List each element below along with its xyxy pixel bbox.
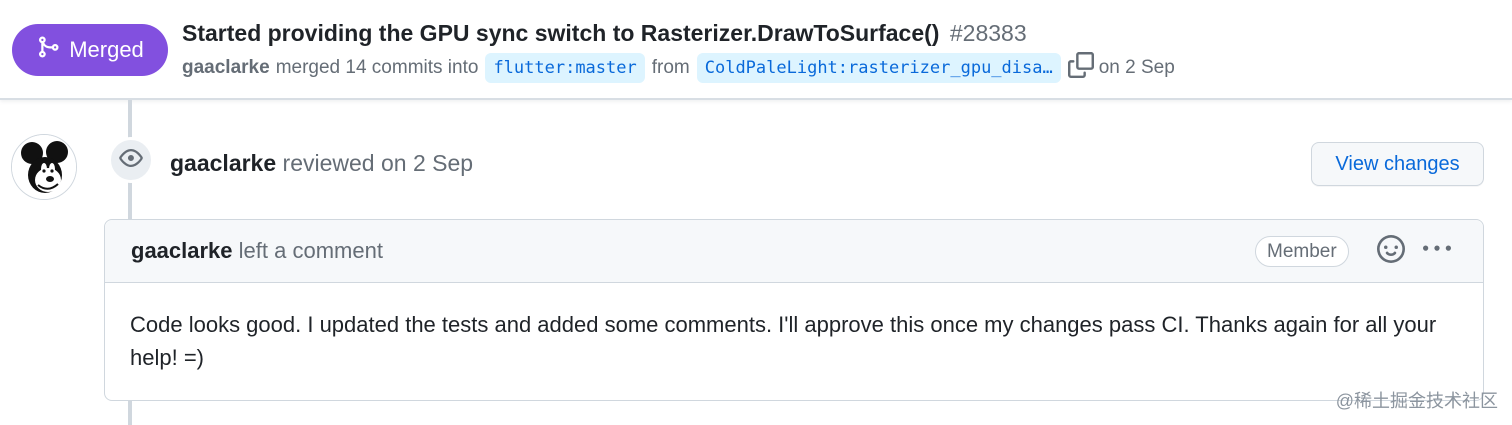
from-text: from <box>651 57 690 78</box>
watermark: @稀土掘金技术社区 <box>1335 391 1498 411</box>
eye-icon <box>119 146 143 175</box>
member-role-badge: Member <box>1255 236 1349 267</box>
review-event-badge <box>108 137 154 183</box>
review-event: gaaclarke reviewed on 2 Sep <box>170 148 473 178</box>
pr-meta: gaaclarke merged 14 commits into flutter… <box>182 51 1175 85</box>
review-comment: gaaclarke left a comment Member Code loo… <box>104 219 1484 401</box>
base-branch-link[interactable]: flutter:master <box>485 53 645 83</box>
state-label: Merged <box>69 37 144 62</box>
git-merge-icon <box>36 35 60 65</box>
reviewer-link[interactable]: gaaclarke <box>170 150 276 176</box>
pr-number: #28383 <box>949 20 1027 46</box>
comment-header: gaaclarke left a comment Member <box>105 220 1483 283</box>
pr-title: Started providing the GPU sync switch to… <box>182 18 1027 48</box>
comment-options-button[interactable] <box>1421 235 1453 267</box>
merged-date: on 2 Sep <box>1098 57 1175 78</box>
review-action-text: reviewed on 2 Sep <box>282 150 474 176</box>
head-branch-link[interactable]: ColdPaleLight:rasterizer_gpu_disa… <box>696 53 1061 83</box>
copy-branch-button[interactable] <box>1067 52 1095 84</box>
comment-header-text: gaaclarke left a comment <box>131 236 383 266</box>
pr-header: Merged Started providing the GPU sync sw… <box>0 0 1512 100</box>
mickey-mouse-avatar <box>12 135 76 199</box>
pr-title-text: Started providing the GPU sync switch to… <box>182 20 940 46</box>
kebab-horizontal-icon <box>1423 235 1451 268</box>
comment-author-link[interactable]: gaaclarke <box>131 238 233 263</box>
add-reaction-button[interactable] <box>1375 234 1407 268</box>
comment-body: Code looks good. I updated the tests and… <box>130 312 1437 370</box>
smiley-icon <box>1377 234 1405 268</box>
merged-state-badge: Merged <box>12 24 168 76</box>
view-changes-button[interactable]: View changes <box>1311 142 1484 186</box>
merged-text: merged 14 commits into <box>275 57 479 78</box>
avatar[interactable] <box>11 134 77 200</box>
copy-icon <box>1067 52 1094 84</box>
pr-author-link[interactable]: gaaclarke <box>182 57 270 79</box>
comment-action-text: left a comment <box>238 238 383 263</box>
